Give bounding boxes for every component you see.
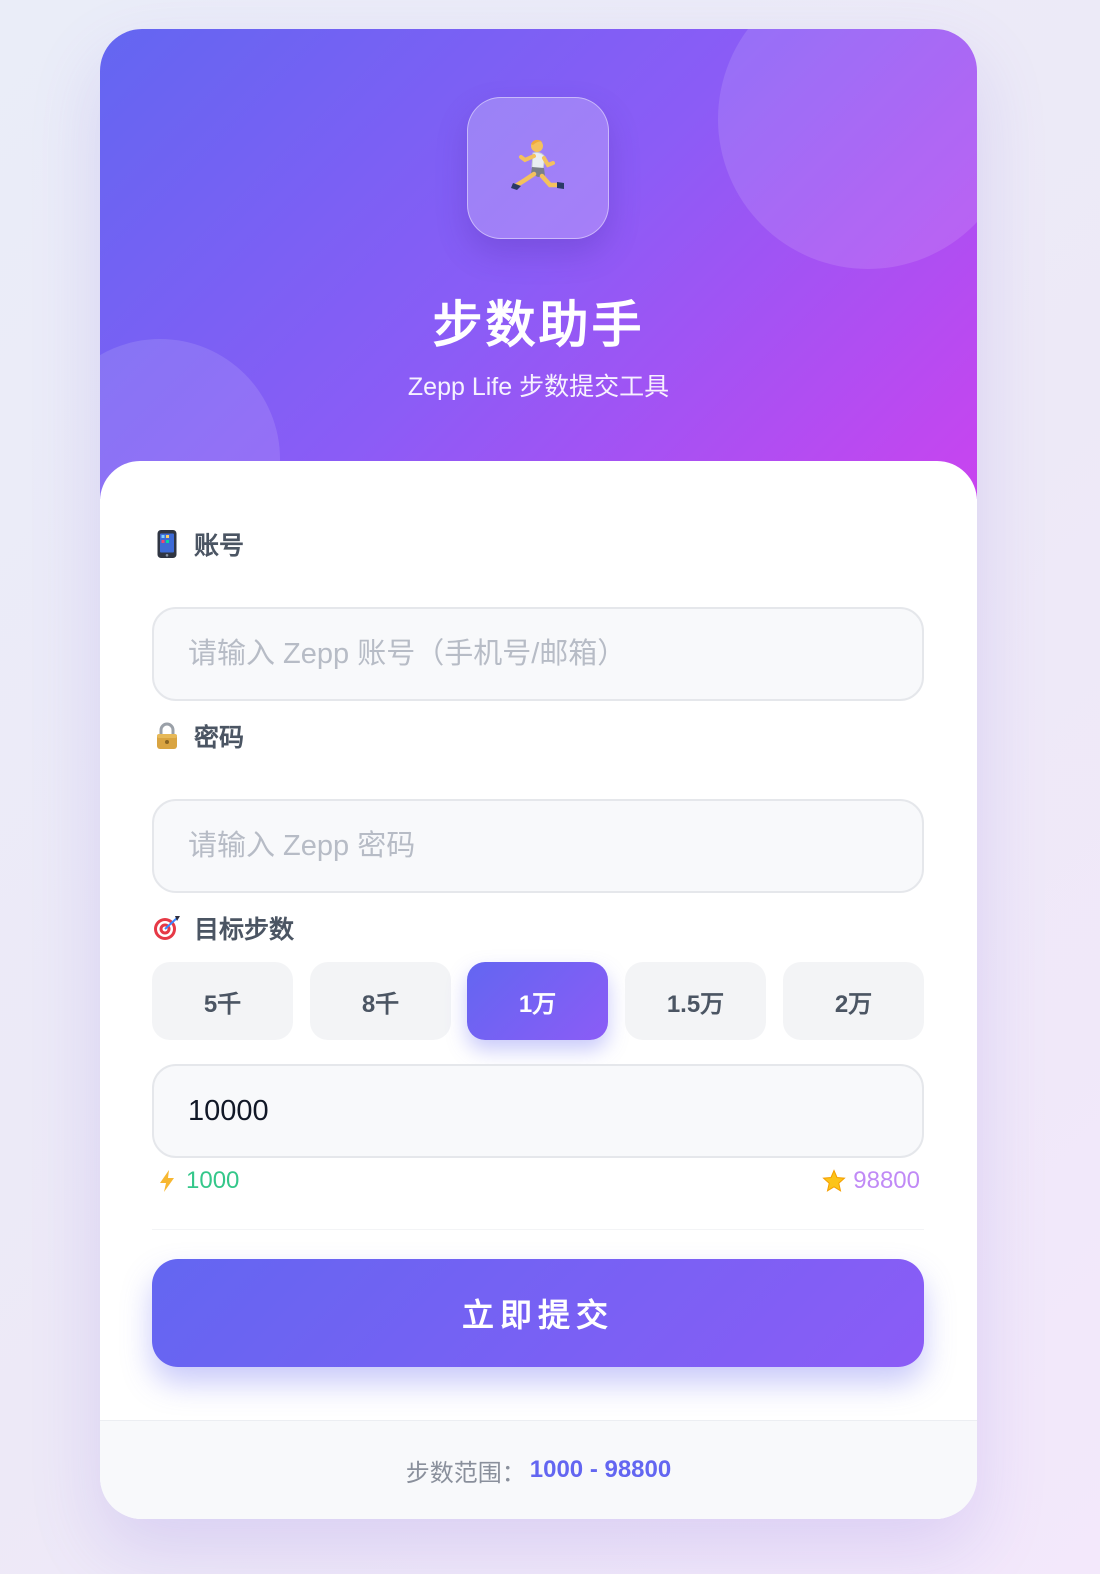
target-steps-label-text: 目标步数	[194, 916, 295, 944]
preset-10k-button[interactable]: 1万	[467, 962, 608, 1040]
account-input[interactable]	[152, 607, 924, 701]
password-label-text: 密码	[194, 724, 245, 752]
account-label: 账号	[152, 526, 244, 562]
app-subtitle: Zepp Life 步数提交工具	[407, 373, 670, 401]
mobile-phone-icon	[152, 529, 182, 559]
preset-5k-button[interactable]: 5千	[152, 962, 293, 1040]
max-steps-hint: 98800	[821, 1167, 920, 1195]
preset-20k-button[interactable]: 2万	[783, 962, 924, 1040]
target-steps-label: 目标步数	[152, 910, 294, 946]
header-banner: 步数助手 Zepp Life 步数提交工具	[100, 29, 977, 499]
range-value: 1000 - 98800	[529, 1456, 672, 1483]
max-steps-value: 98800	[853, 1167, 920, 1194]
step-presets: 5千 8千 1万 1.5万 2万	[152, 962, 924, 1040]
preset-15k-button[interactable]: 1.5万	[625, 962, 766, 1040]
lock-icon	[152, 721, 182, 751]
steps-range-hint: 1000 98800	[152, 1167, 924, 1199]
steps-input[interactable]	[152, 1064, 924, 1158]
main-card: 步数助手 Zepp Life 步数提交工具 账号 请输入 Zepp 账号（手机号…	[100, 29, 977, 1519]
decorative-circle	[718, 29, 977, 269]
target-icon	[152, 913, 182, 943]
range-label: 步数范围：	[405, 1459, 526, 1487]
divider	[152, 1229, 924, 1230]
app-title: 步数助手	[432, 297, 645, 353]
lightning-icon	[154, 1168, 180, 1194]
min-steps-hint: 1000	[154, 1167, 239, 1195]
min-steps-value: 1000	[186, 1167, 240, 1194]
preset-8k-button[interactable]: 8千	[310, 962, 451, 1040]
running-person-icon	[511, 139, 564, 190]
password-input[interactable]	[152, 799, 924, 893]
submit-button[interactable]: 立即提交	[152, 1259, 924, 1367]
app-logo-box	[467, 97, 609, 239]
account-label-text: 账号	[194, 532, 245, 560]
password-label: 密码	[152, 718, 244, 754]
footer-bar: 步数范围： 1000 - 98800	[100, 1420, 977, 1519]
star-icon	[821, 1168, 847, 1194]
